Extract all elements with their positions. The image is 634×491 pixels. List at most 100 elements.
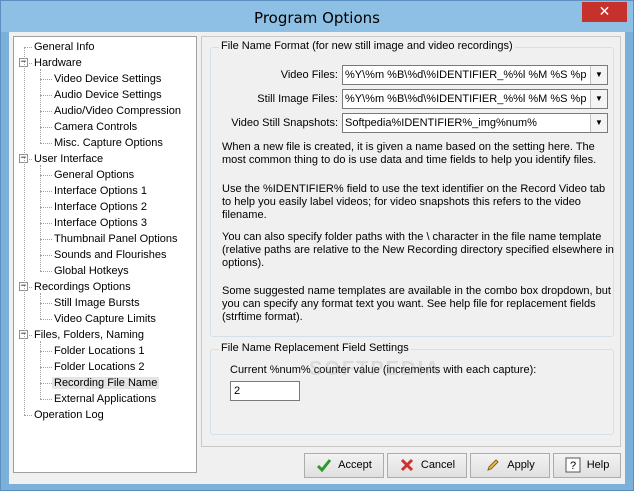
tree-item-label: Recording File Name — [52, 377, 160, 389]
svg-text:?: ? — [570, 460, 576, 472]
tree-connector — [40, 351, 52, 352]
tree-item-recordings-options[interactable]: Recordings Options — [32, 279, 133, 295]
help-paragraph-2: Use the %IDENTIFIER% field to use the te… — [222, 183, 606, 221]
tree-connector — [40, 271, 52, 272]
program-options-window: Program Options ✕ General Info Hardware − V… — [0, 0, 634, 491]
watermark: SOFTPEDIA — [309, 358, 442, 380]
cancel-label: Cancel — [420, 459, 456, 471]
tree-item-label: Folder Locations 2 — [54, 361, 145, 373]
help-button[interactable]: ? Help — [553, 453, 621, 478]
tree-item-interface-options-1[interactable]: Interface Options 1 — [52, 183, 149, 199]
close-button[interactable]: ✕ — [582, 2, 627, 22]
tree-item-label: Video Device Settings — [54, 73, 162, 85]
tree-connector — [24, 47, 25, 415]
tree-connector — [40, 319, 52, 320]
tree-item-general-info[interactable]: General Info — [32, 39, 97, 55]
tree-item-label: External Applications — [54, 393, 157, 405]
chevron-down-icon[interactable]: ▼ — [590, 114, 607, 132]
tree-item-label: Misc. Capture Options — [54, 137, 163, 149]
tree-connector — [40, 175, 52, 176]
tree-connector — [40, 341, 41, 399]
video-files-combo[interactable]: %Y\%m %B\%d\%IDENTIFIER_%%l %M %S %p ▼ — [342, 65, 608, 85]
pencil-icon — [487, 459, 499, 471]
tree-connector — [40, 127, 52, 128]
video-files-value: %Y\%m %B\%d\%IDENTIFIER_%%l %M %S %p — [345, 69, 587, 81]
tree-connector — [40, 303, 52, 304]
tree-item-interface-options-3[interactable]: Interface Options 3 — [52, 215, 149, 231]
tree-connector — [40, 165, 41, 271]
tree-item-global-hotkeys[interactable]: Global Hotkeys — [52, 263, 131, 279]
tree-item-operation-log[interactable]: Operation Log — [32, 407, 106, 423]
tree-connector — [24, 415, 32, 416]
tree-item-label: Audio Device Settings — [54, 89, 162, 101]
tree-item-files-folders-naming[interactable]: Files, Folders, Naming — [32, 327, 146, 343]
tree-item-label: Global Hotkeys — [54, 265, 129, 277]
still-image-label: Still Image Files: — [257, 93, 338, 105]
tree-item-label: General Info — [34, 41, 95, 53]
tree-item-label: Video Capture Limits — [54, 313, 156, 325]
snapshot-combo[interactable]: Softpedia%IDENTIFIER%_img%num% ▼ — [342, 113, 608, 133]
tree-item-label: General Options — [54, 169, 135, 181]
checkmark-icon — [317, 459, 332, 473]
title-bar[interactable]: Program Options ✕ — [1, 1, 633, 32]
tree-item-folder-locations-1[interactable]: Folder Locations 1 — [52, 343, 147, 359]
chevron-down-icon[interactable]: ▼ — [590, 66, 607, 84]
tree-item-general-options[interactable]: General Options — [52, 167, 136, 183]
settings-panel: File Name Format (for new still image an… — [201, 36, 621, 447]
apply-label: Apply — [507, 459, 535, 471]
file-name-format-title: File Name Format (for new still image an… — [219, 40, 515, 52]
tree-item-camera-controls[interactable]: Camera Controls — [52, 119, 139, 135]
cancel-button[interactable]: Cancel — [387, 453, 467, 478]
options-tree[interactable]: General Info Hardware − Video Device Settin… — [13, 36, 197, 473]
accept-button[interactable]: Accept — [304, 453, 384, 478]
tree-item-label: Still Image Bursts — [54, 297, 140, 309]
snapshot-label: Video Still Snapshots: — [231, 117, 338, 129]
tree-connector — [40, 79, 52, 80]
still-image-value: %Y\%m %B\%d\%IDENTIFIER_%%l %M %S %p — [345, 93, 587, 105]
apply-button[interactable]: Apply — [470, 453, 550, 478]
tree-item-label: Files, Folders, Naming — [34, 329, 145, 341]
tree-item-interface-options-2[interactable]: Interface Options 2 — [52, 199, 149, 215]
tree-item-user-interface[interactable]: User Interface — [32, 151, 105, 167]
tree-item-label: Operation Log — [34, 409, 104, 421]
tree-item-label: Recordings Options — [34, 281, 131, 293]
tree-item-misc-capture-options[interactable]: Misc. Capture Options — [52, 135, 165, 151]
tree-item-label: User Interface — [34, 153, 104, 165]
tree-item-external-applications[interactable]: External Applications — [52, 391, 158, 407]
tree-connector — [40, 143, 52, 144]
help-label: Help — [586, 459, 610, 471]
counter-input[interactable]: 2 — [230, 381, 300, 401]
help-icon: ? — [565, 457, 581, 473]
chevron-down-icon[interactable]: ▼ — [590, 90, 607, 108]
tree-item-sounds-and-flourishes[interactable]: Sounds and Flourishes — [52, 247, 169, 263]
tree-connector — [40, 293, 41, 319]
tree-connector — [40, 383, 52, 384]
tree-item-recording-file-name[interactable]: Recording File Name — [52, 375, 160, 391]
tree-connector — [40, 207, 52, 208]
tree-item-audio-device-settings[interactable]: Audio Device Settings — [52, 87, 164, 103]
tree-connector — [40, 223, 52, 224]
tree-connector — [40, 367, 52, 368]
video-files-label: Video Files: — [280, 69, 338, 81]
tree-item-audio-video-compression[interactable]: Audio/Video Compression — [52, 103, 183, 119]
tree-item-thumbnail-panel-options[interactable]: Thumbnail Panel Options — [52, 231, 180, 247]
still-image-combo[interactable]: %Y\%m %B\%d\%IDENTIFIER_%%l %M %S %p ▼ — [342, 89, 608, 109]
tree-item-label: Hardware — [34, 57, 82, 69]
tree-item-label: Sounds and Flourishes — [54, 249, 167, 261]
tree-item-video-device-settings[interactable]: Video Device Settings — [52, 71, 163, 87]
tree-item-label: Thumbnail Panel Options — [54, 233, 178, 245]
tree-item-label: Folder Locations 1 — [54, 345, 145, 357]
help-paragraph-4: Some suggested name templates are availa… — [222, 285, 611, 323]
snapshot-value: Softpedia%IDENTIFIER%_img%num% — [345, 117, 537, 129]
tree-item-folder-locations-2[interactable]: Folder Locations 2 — [52, 359, 147, 375]
tree-item-still-image-bursts[interactable]: Still Image Bursts — [52, 295, 142, 311]
tree-connector — [40, 69, 41, 143]
tree-connector — [40, 399, 52, 400]
tree-item-label: Interface Options 2 — [54, 201, 147, 213]
tree-item-label: Interface Options 1 — [54, 185, 147, 197]
cancel-x-icon — [400, 459, 413, 472]
tree-item-video-capture-limits[interactable]: Video Capture Limits — [52, 311, 158, 327]
tree-connector — [40, 255, 52, 256]
tree-item-label: Audio/Video Compression — [54, 105, 181, 117]
help-paragraph-3: You can also specify folder paths with t… — [222, 231, 614, 269]
